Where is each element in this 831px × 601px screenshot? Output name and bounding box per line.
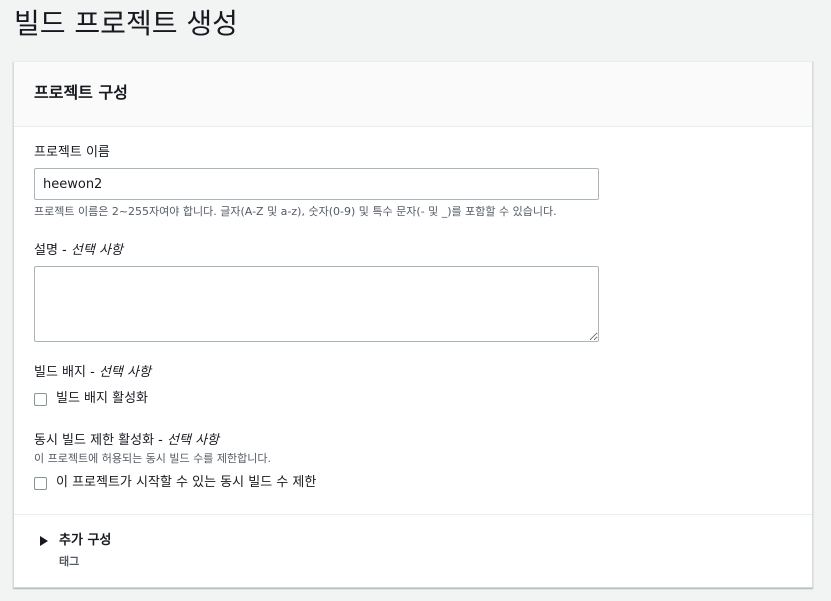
description-label-text: 설명 [34,243,58,258]
section-divider [14,514,812,515]
description-label: 설명 - 선택 사항 [34,243,123,258]
project-name-input[interactable] [34,168,599,200]
panel-header: 프로젝트 구성 [14,62,812,127]
description-textarea[interactable] [34,266,599,342]
build-badge-checkbox-row[interactable]: 빌드 배지 활성화 [34,390,148,408]
additional-config-label: 추가 구성 [59,533,112,548]
project-name-hint: 프로젝트 이름은 2~255자여야 합니다. 글자(A-Z 및 a-z), 숫자… [34,205,557,218]
concurrent-limit-label: 동시 빌드 제한 활성화 - 선택 사항 [34,433,219,448]
concurrent-limit-checkbox-label: 이 프로젝트가 시작할 수 있는 동시 빌드 수 제한 [56,475,317,490]
panel-title: 프로젝트 구성 [34,83,128,102]
concurrent-limit-hint: 이 프로젝트에 허용되는 동시 빌드 수를 제한합니다. [34,452,271,465]
build-badge-label-text: 빌드 배지 [34,365,86,380]
additional-config-sub-label: 태그 [59,555,80,568]
page-title: 빌드 프로젝트 생성 [14,7,238,40]
concurrent-limit-label-text: 동시 빌드 제한 활성화 [34,433,155,448]
build-badge-optional-text: 선택 사항 [98,365,151,380]
build-badge-checkbox-label: 빌드 배지 활성화 [56,391,148,406]
concurrent-limit-checkbox[interactable] [34,476,47,490]
additional-config-expander[interactable]: 추가 구성 [40,532,111,550]
description-optional-text: 선택 사항 [70,243,123,258]
project-name-label: 프로젝트 이름 [34,145,110,160]
concurrent-limit-optional-text: 선택 사항 [167,433,219,448]
build-badge-label: 빌드 배지 - 선택 사항 [34,365,151,380]
caret-right-icon [40,536,48,546]
project-configuration-panel: 프로젝트 구성 프로젝트 이름 프로젝트 이름은 2~255자여야 합니다. 글… [13,61,813,588]
build-badge-checkbox[interactable] [34,392,47,406]
concurrent-limit-checkbox-row[interactable]: 이 프로젝트가 시작할 수 있는 동시 빌드 수 제한 [34,474,316,492]
